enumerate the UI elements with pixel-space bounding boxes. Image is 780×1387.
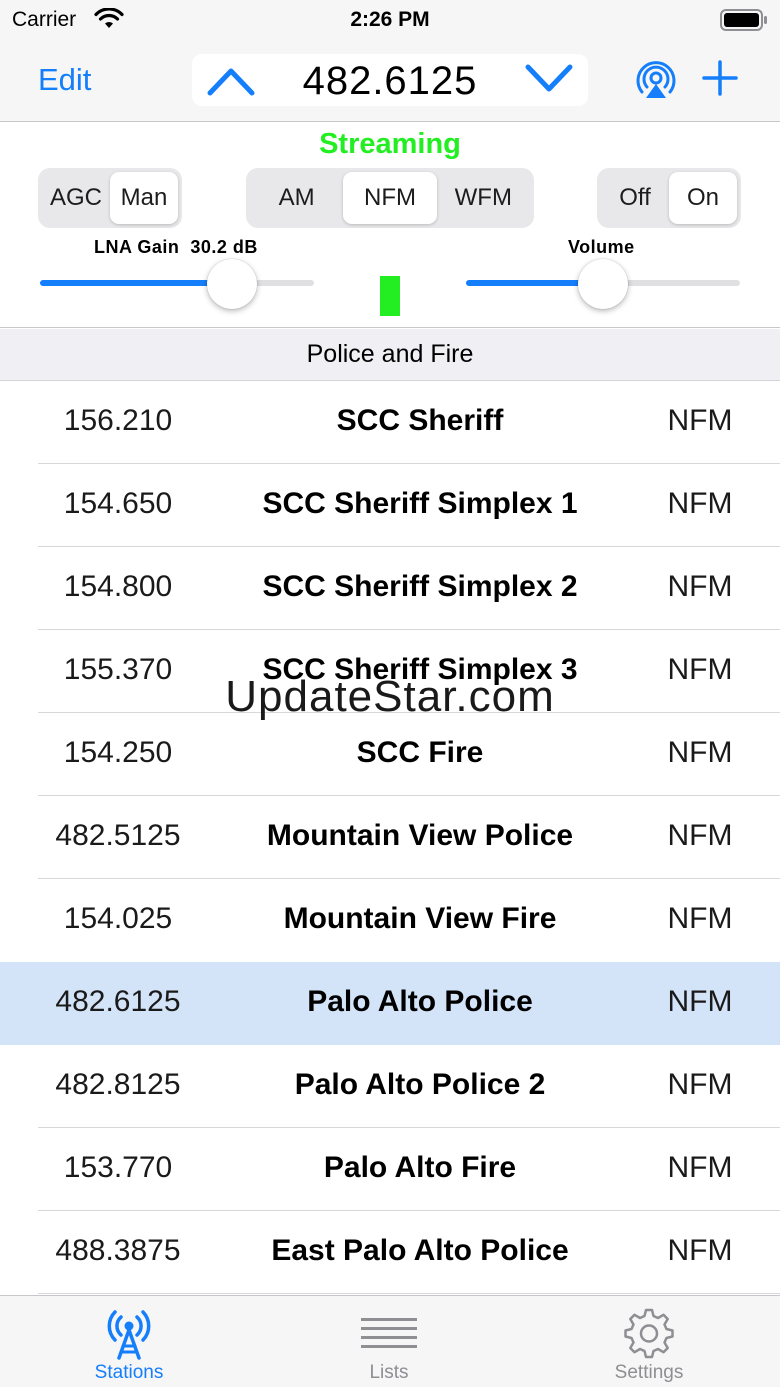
station-frequency: 482.6125 [55, 985, 181, 1018]
station-frequency: 154.800 [63, 570, 173, 603]
station-mode: NFM [667, 902, 733, 935]
volume-slider[interactable] [466, 259, 740, 309]
station-row[interactable]: 482.5125 Mountain View Police NFM [0, 796, 780, 879]
agc-segment[interactable]: AGC [42, 172, 110, 224]
station-name: East Palo Alto Police [271, 1234, 569, 1267]
lna-gain-slider[interactable] [40, 259, 314, 309]
tab-settings-label: Settings [614, 1362, 684, 1383]
power-segmented-control: Off On [597, 168, 741, 228]
station-frequency: 153.770 [63, 1151, 173, 1184]
lna-gain-label: LNA Gain 30.2 dB [94, 237, 258, 258]
station-frequency: 155.370 [63, 653, 173, 686]
tab-stations-label: Stations [94, 1362, 164, 1383]
station-row[interactable]: 482.6125 Palo Alto Police NFM [0, 962, 780, 1045]
station-name: SCC Sheriff [336, 404, 504, 437]
list-icon [361, 1318, 417, 1348]
radio-tower-icon [107, 1310, 151, 1360]
station-mode: NFM [667, 819, 733, 852]
manual-segment[interactable]: Man [110, 172, 178, 224]
station-name: Mountain View Police [266, 819, 574, 852]
station-row[interactable]: 154.250 SCC Fire NFM [0, 713, 780, 796]
station-frequency: 482.8125 [55, 1068, 181, 1101]
station-mode: NFM [667, 736, 733, 769]
station-mode: NFM [667, 570, 733, 603]
tab-lists[interactable]: Lists [289, 1296, 489, 1387]
status-bar: Carrier 2:26 PM [0, 0, 780, 40]
station-row[interactable]: 156.210 SCC Sheriff NFM [0, 381, 780, 464]
clock: 2:26 PM [350, 8, 430, 31]
station-frequency: 156.210 [63, 404, 173, 437]
station-row[interactable]: 482.8125 Palo Alto Police 2 NFM [0, 1045, 780, 1128]
station-name: SCC Fire [356, 736, 484, 769]
signal-level-meter [380, 276, 400, 316]
station-mode: NFM [667, 487, 733, 520]
station-list: 156.210 SCC Sheriff NFM 154.650 SCC Sheriff … [0, 381, 780, 1295]
nav-bar: Edit 482.6125 [0, 40, 780, 122]
station-row[interactable]: 154.800 SCC Sheriff Simplex 2 NFM [0, 547, 780, 630]
station-row[interactable]: 154.025 Mountain View Fire NFM [0, 879, 780, 962]
slider-thumb[interactable] [206, 259, 257, 309]
lna-gain-title: LNA Gain [94, 237, 180, 257]
chevron-down-icon[interactable] [524, 63, 574, 97]
station-row[interactable]: 154.650 SCC Sheriff Simplex 1 NFM [0, 464, 780, 547]
frequency-stepper: 482.6125 [192, 54, 588, 106]
station-name: Palo Alto Fire [323, 1151, 517, 1184]
agc-segmented-control: AGC Man [38, 168, 182, 228]
station-name: SCC Sheriff Simplex 2 [262, 570, 578, 603]
mode-segmented-control: AM NFM WFM [246, 168, 534, 228]
battery-icon [720, 9, 767, 31]
station-name: Palo Alto Police 2 [294, 1068, 546, 1101]
station-name: SCC Sheriff Simplex 3 [262, 653, 578, 686]
nfm-segment[interactable]: NFM [343, 172, 437, 224]
station-mode: NFM [667, 404, 733, 437]
off-segment[interactable]: Off [601, 172, 669, 224]
station-frequency: 488.3875 [55, 1234, 181, 1267]
wfm-segment[interactable]: WFM [437, 172, 530, 224]
station-mode: NFM [667, 653, 733, 686]
station-mode: NFM [667, 1151, 733, 1184]
station-mode: NFM [667, 1234, 733, 1267]
chevron-up-icon[interactable] [206, 63, 256, 97]
frequency-display[interactable]: 482.6125 [262, 59, 518, 104]
station-name: SCC Sheriff Simplex 1 [262, 487, 578, 520]
station-mode: NFM [667, 1068, 733, 1101]
add-station-icon[interactable] [702, 60, 738, 96]
lna-gain-value: 30.2 dB [190, 237, 258, 257]
station-row[interactable]: 155.370 SCC Sheriff Simplex 3 NFM [0, 630, 780, 713]
section-header: Police and Fire [0, 329, 780, 381]
tab-settings[interactable]: Settings [549, 1296, 749, 1387]
volume-label: Volume [568, 237, 635, 257]
tab-lists-label: Lists [369, 1362, 409, 1383]
row-separator [38, 1293, 780, 1294]
station-row[interactable]: 153.770 Palo Alto Fire NFM [0, 1128, 780, 1211]
slider-thumb[interactable] [578, 259, 628, 309]
station-frequency: 154.650 [63, 487, 173, 520]
section-title: Police and Fire [306, 340, 474, 368]
station-frequency: 154.025 [63, 902, 173, 935]
receiver-controls: Streaming AGC Man AM NFM WFM Off On LNA … [0, 122, 780, 328]
gear-icon [624, 1308, 674, 1359]
slider-fill [40, 280, 232, 286]
station-name: Mountain View Fire [283, 902, 557, 935]
station-mode: NFM [667, 985, 733, 1018]
station-frequency: 482.5125 [55, 819, 181, 852]
edit-button[interactable]: Edit [38, 62, 91, 98]
airplay-icon[interactable] [636, 60, 676, 100]
on-segment[interactable]: On [669, 172, 737, 224]
station-name: Palo Alto Police [307, 985, 533, 1018]
station-row[interactable]: 488.3875 East Palo Alto Police NFM [0, 1211, 780, 1294]
streaming-status: Streaming [319, 128, 461, 160]
tab-bar: Stations Lists Settings [0, 1295, 780, 1387]
tab-stations[interactable]: Stations [29, 1296, 229, 1387]
am-segment[interactable]: AM [250, 172, 343, 224]
station-frequency: 154.250 [63, 736, 173, 769]
